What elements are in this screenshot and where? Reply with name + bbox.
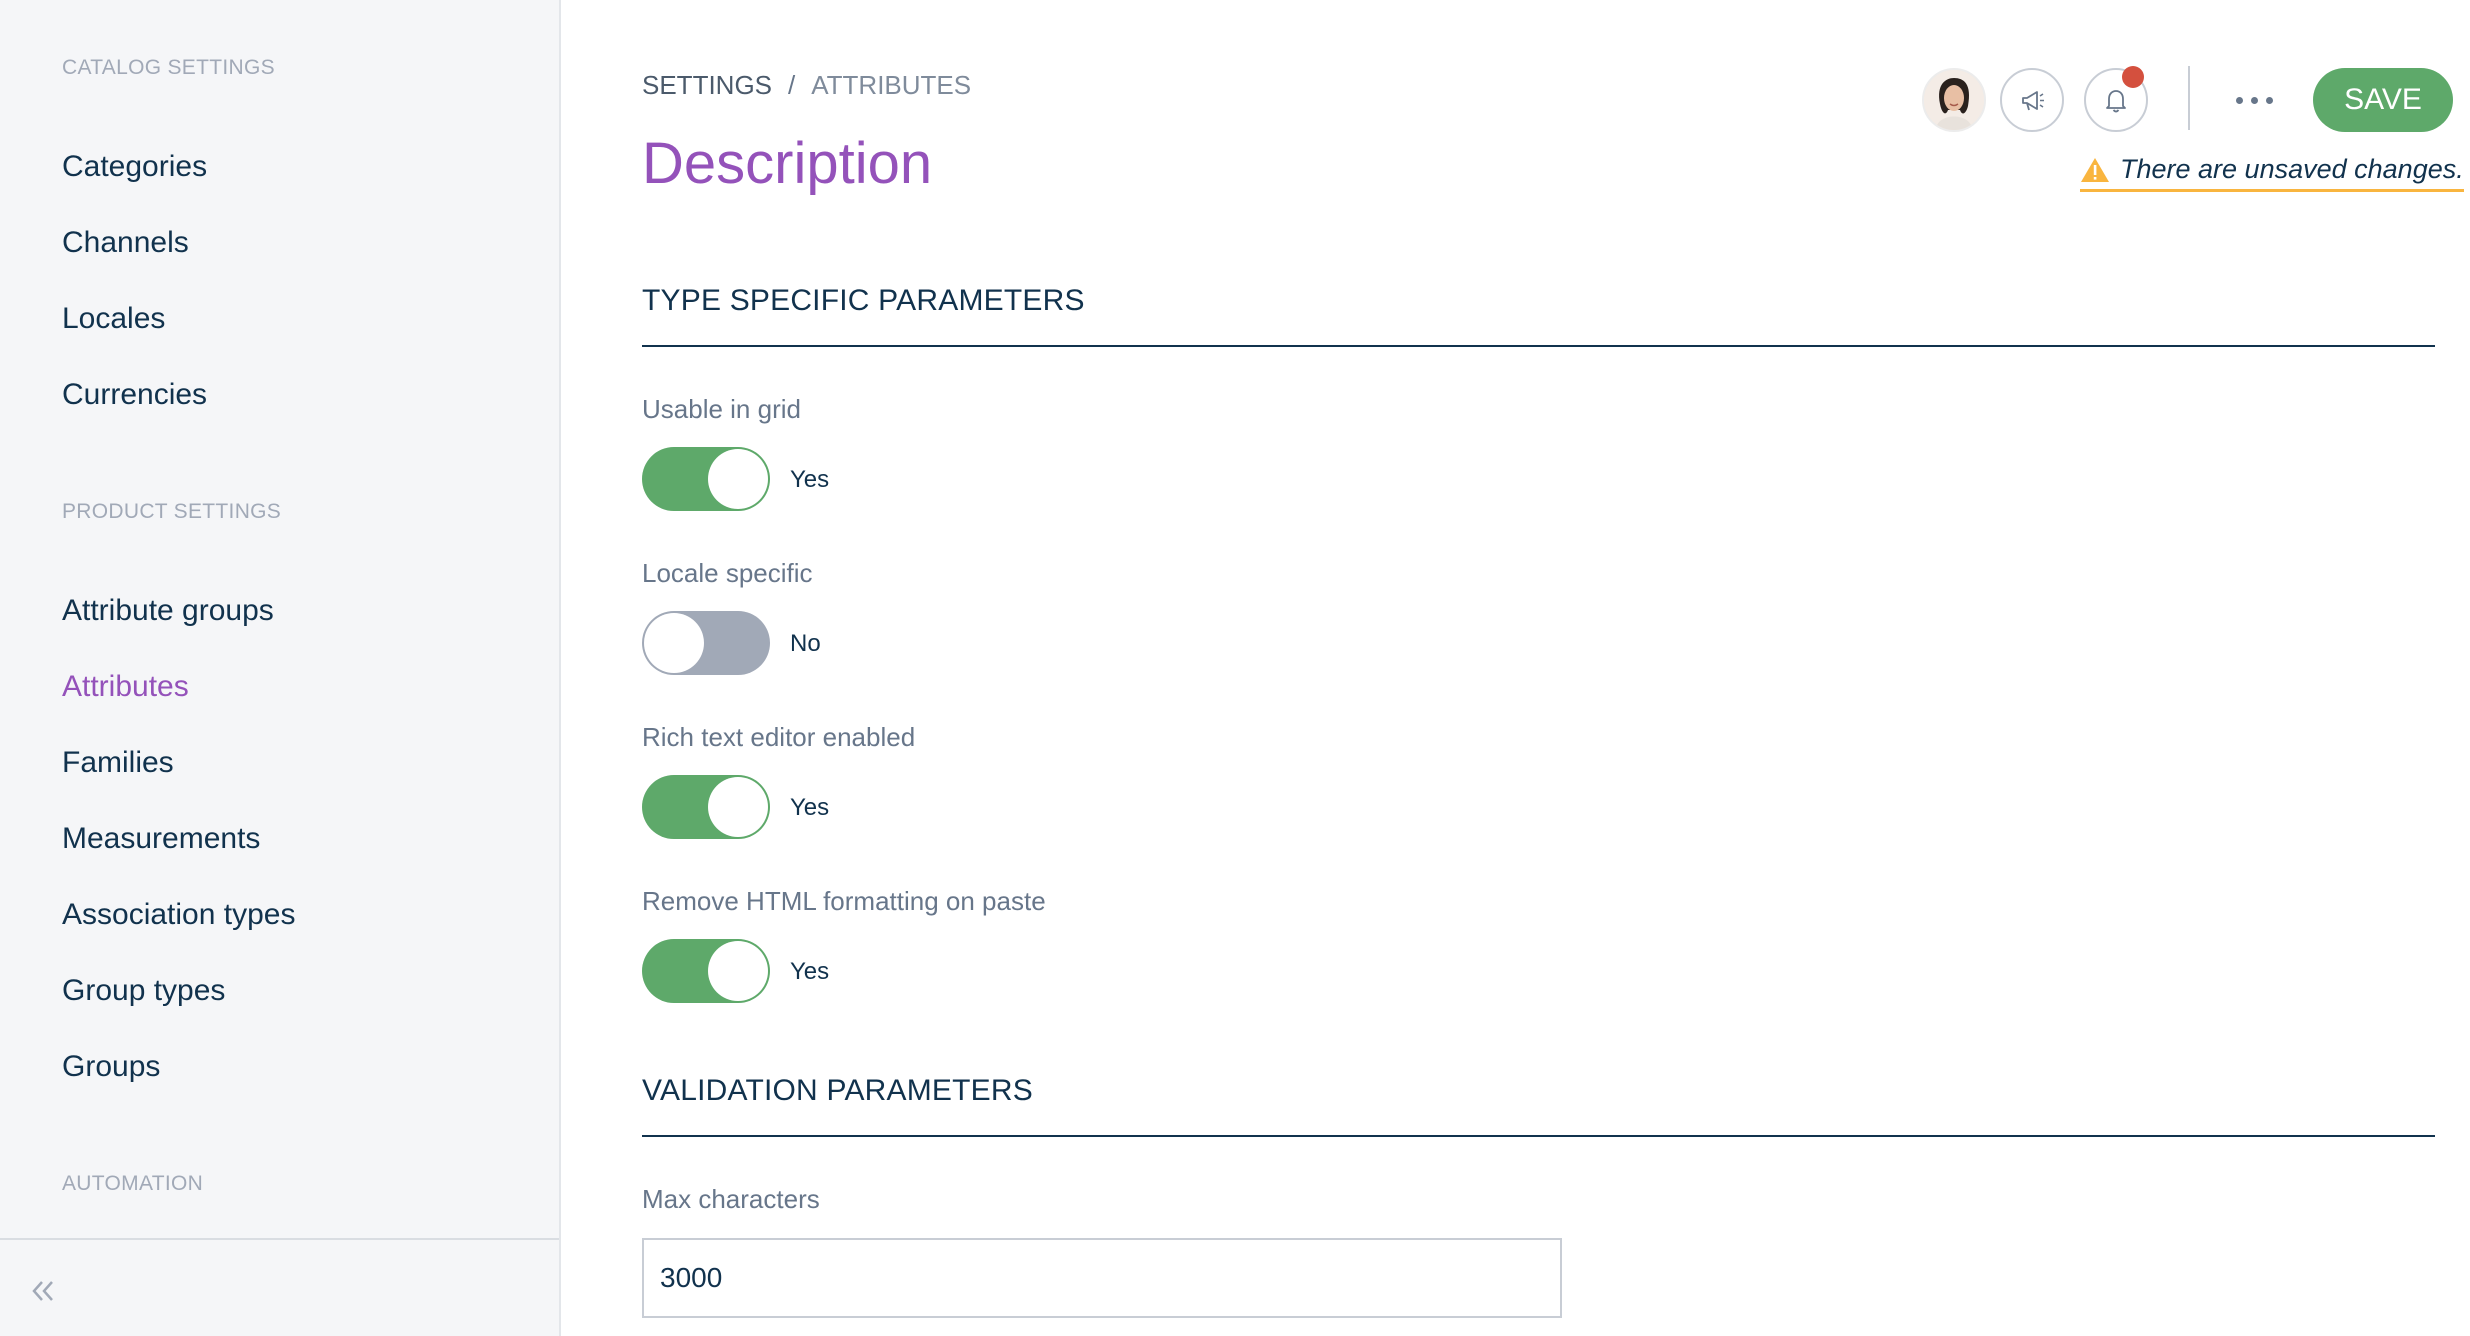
sidebar-item-measurements[interactable]: Measurements (62, 822, 260, 856)
section-divider (642, 345, 2435, 347)
sidebar-item-group-types[interactable]: Group types (62, 974, 225, 1008)
unsaved-changes-notice: There are unsaved changes. (2080, 154, 2464, 192)
unsaved-changes-text: There are unsaved changes. (2120, 154, 2464, 184)
announcements-button[interactable] (2000, 68, 2064, 132)
page-title: Description (642, 131, 933, 196)
usable-in-grid-value: Yes (790, 466, 830, 493)
notifications-button[interactable] (2084, 66, 2148, 132)
sidebar-item-attribute-groups[interactable]: Attribute groups (62, 594, 274, 628)
notification-badge (2122, 66, 2144, 88)
sidebar-item-channels[interactable]: Channels (62, 226, 189, 260)
sidebar-item-families[interactable]: Families (62, 746, 174, 780)
section-title-type-specific: TYPE SPECIFIC PARAMETERS (642, 284, 1085, 317)
warning-icon (2081, 157, 2109, 182)
usable-in-grid-toggle[interactable] (642, 447, 770, 511)
sidebar-section-automation: AUTOMATION (62, 1172, 204, 1195)
breadcrumb-attributes[interactable]: ATTRIBUTES (811, 70, 971, 101)
settings-sidebar: CATALOG SETTINGS Categories Channels Loc… (0, 0, 561, 1336)
sidebar-item-locales[interactable]: Locales (62, 302, 165, 336)
bell-icon (2106, 90, 2126, 113)
locale-specific-toggle[interactable] (642, 611, 770, 675)
sidebar-item-association-types[interactable]: Association types (62, 898, 295, 932)
save-button[interactable]: SAVE (2313, 68, 2453, 132)
sidebar-footer (0, 1238, 559, 1336)
rich-text-editor-value: Yes (790, 794, 830, 821)
sidebar-section-product: PRODUCT SETTINGS (62, 500, 282, 523)
rich-text-editor-toggle[interactable] (642, 775, 770, 839)
sidebar-item-groups[interactable]: Groups (62, 1050, 160, 1084)
section-title-validation: VALIDATION PARAMETERS (642, 1074, 1033, 1107)
remove-html-formatting-toggle[interactable] (642, 939, 770, 1003)
more-options-icon[interactable] (2236, 88, 2286, 112)
sidebar-section-catalog: CATALOG SETTINGS (62, 56, 275, 79)
breadcrumb: SETTINGS / ATTRIBUTES (642, 70, 971, 101)
megaphone-icon (2022, 91, 2044, 111)
sidebar-item-categories[interactable]: Categories (62, 150, 207, 184)
locale-specific-label: Locale specific (642, 558, 813, 588)
locale-specific-value: No (790, 630, 821, 657)
sidebar-item-attributes[interactable]: Attributes (62, 670, 189, 704)
remove-html-formatting-label: Remove HTML formatting on paste (642, 886, 1046, 916)
rich-text-editor-label: Rich text editor enabled (642, 722, 916, 752)
remove-html-formatting-value: Yes (790, 958, 830, 985)
user-avatar[interactable] (1922, 68, 1986, 132)
header-divider (2188, 66, 2190, 130)
breadcrumb-separator: / (788, 70, 796, 100)
max-characters-label: Max characters (642, 1184, 820, 1214)
sidebar-item-currencies[interactable]: Currencies (62, 378, 207, 412)
max-characters-input[interactable] (642, 1238, 1562, 1318)
section-divider (642, 1135, 2435, 1137)
breadcrumb-settings[interactable]: SETTINGS (642, 70, 772, 101)
collapse-sidebar-icon[interactable] (28, 1276, 58, 1306)
usable-in-grid-label: Usable in grid (642, 394, 801, 424)
